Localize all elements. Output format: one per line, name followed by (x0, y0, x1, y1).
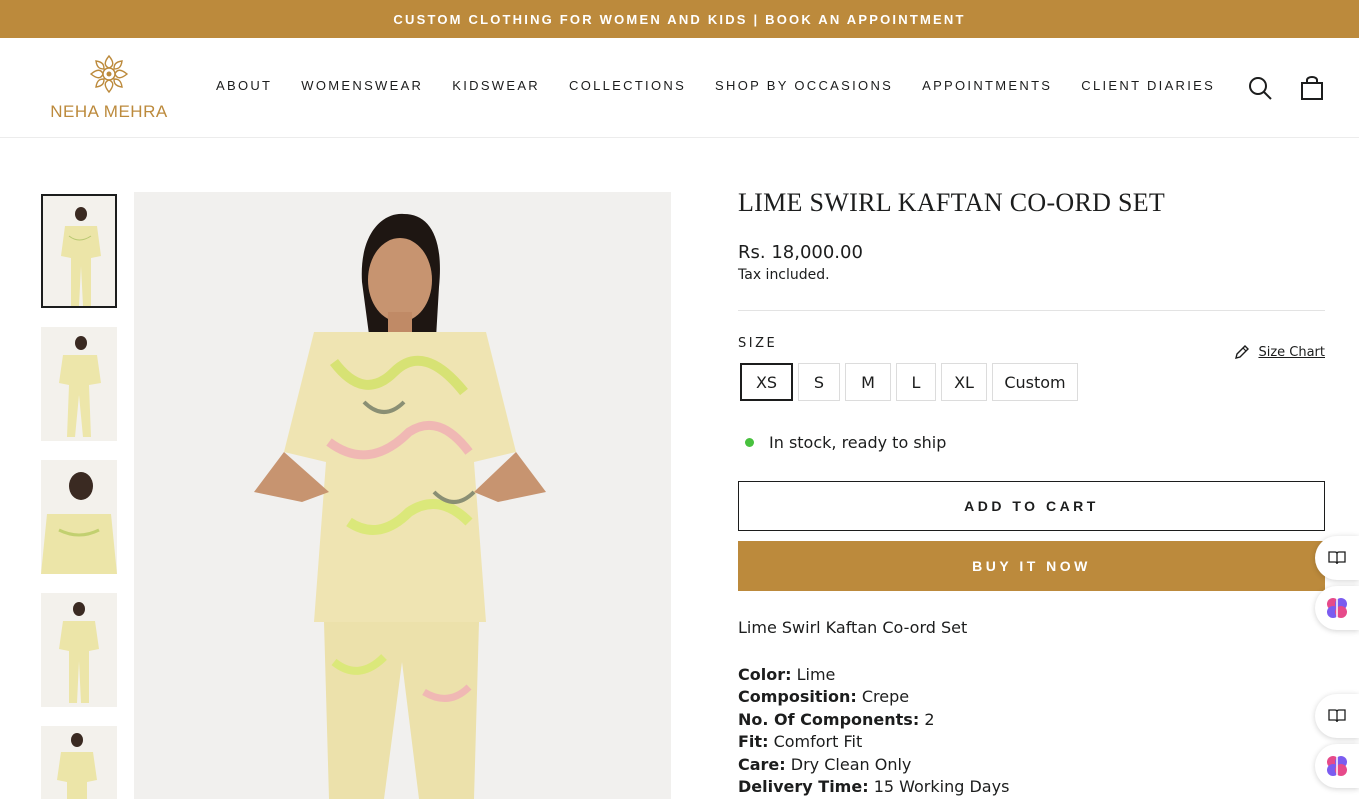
thumbnail-3[interactable] (41, 460, 117, 574)
nav-item-collections[interactable]: COLLECTIONS (569, 78, 686, 93)
ruler-pencil-icon (1235, 345, 1250, 359)
buy-now-button[interactable]: BUY IT NOW (738, 541, 1325, 591)
size-option-xs[interactable]: XS (740, 363, 793, 401)
product-description: Lime Swirl Kaftan Co-ord Set (738, 618, 968, 637)
site-header: NEHA MEHRA ABOUT WOMENSWEAR KIDSWEAR COL… (0, 38, 1359, 138)
book-icon[interactable] (1315, 536, 1359, 580)
spec-row: Color: Lime (738, 665, 836, 684)
size-label: SIZE (738, 336, 778, 351)
brand-logo[interactable]: NEHA MEHRA (50, 52, 168, 124)
size-option-s[interactable]: S (798, 363, 840, 401)
product-specs: Color: Lime Composition: Crepe No. Of Co… (738, 664, 1009, 798)
nav-item-about[interactable]: ABOUT (216, 78, 272, 93)
stock-dot-icon (745, 438, 754, 447)
size-options: XS S M L XL Custom (740, 363, 1078, 401)
spec-row: Care: Dry Clean Only (738, 754, 912, 774)
book-icon[interactable] (1315, 694, 1359, 738)
stock-status: In stock, ready to ship (738, 433, 946, 452)
announcement-text[interactable]: CUSTOM CLOTHING FOR WOMEN AND KIDS | BOO… (393, 12, 965, 27)
announcement-bar[interactable]: CUSTOM CLOTHING FOR WOMEN AND KIDS | BOO… (0, 0, 1359, 38)
nav-item-appointments[interactable]: APPOINTMENTS (922, 78, 1052, 93)
nav-item-client-diaries[interactable]: CLIENT DIARIES (1081, 78, 1215, 93)
spec-row: Fit: Comfort Fit (738, 732, 863, 752)
product-price: Rs. 18,000.00 (738, 242, 863, 263)
nav-item-shop-by-occasions[interactable]: SHOP BY OCCASIONS (715, 78, 893, 93)
product-title: LIME SWIRL KAFTAN CO-ORD SET (738, 188, 1166, 217)
lotus-logo-icon (89, 54, 129, 94)
main-nav: ABOUT WOMENSWEAR KIDSWEAR COLLECTIONS SH… (216, 78, 1244, 93)
thumbnail-5[interactable] (41, 726, 117, 799)
search-icon[interactable] (1247, 75, 1273, 101)
spec-row: Composition: Crepe (738, 687, 910, 707)
spec-row: Delivery Time: 15 Working Days (738, 777, 1010, 797)
main-product-image[interactable] (134, 192, 671, 799)
thumbnail-4[interactable] (41, 593, 117, 707)
size-option-m[interactable]: M (845, 363, 891, 401)
size-chart-link[interactable]: Size Chart (1234, 344, 1325, 360)
product-info: LIME SWIRL KAFTAN CO-ORD SET Rs. 18,000.… (738, 186, 1325, 796)
add-to-cart-button[interactable]: ADD TO CART (738, 481, 1325, 531)
size-option-l[interactable]: L (896, 363, 936, 401)
nav-item-womenswear[interactable]: WOMENSWEAR (301, 78, 423, 93)
thumbnail-1[interactable] (41, 194, 117, 308)
spec-row: No. Of Components: 2 (738, 709, 935, 729)
size-option-custom[interactable]: Custom (992, 363, 1078, 401)
nav-item-kidswear[interactable]: KIDSWEAR (452, 78, 540, 93)
brand-name: NEHA MEHRA (50, 102, 168, 121)
cart-bag-icon[interactable] (1299, 75, 1325, 101)
brain-icon[interactable] (1315, 744, 1359, 788)
thumbnail-2[interactable] (41, 327, 117, 441)
divider (738, 310, 1325, 311)
size-option-xl[interactable]: XL (941, 363, 987, 401)
tax-note: Tax included. (738, 267, 830, 283)
size-chart-label[interactable]: Size Chart (1258, 345, 1325, 360)
brain-icon[interactable] (1315, 586, 1359, 630)
stock-text: In stock, ready to ship (769, 433, 947, 452)
